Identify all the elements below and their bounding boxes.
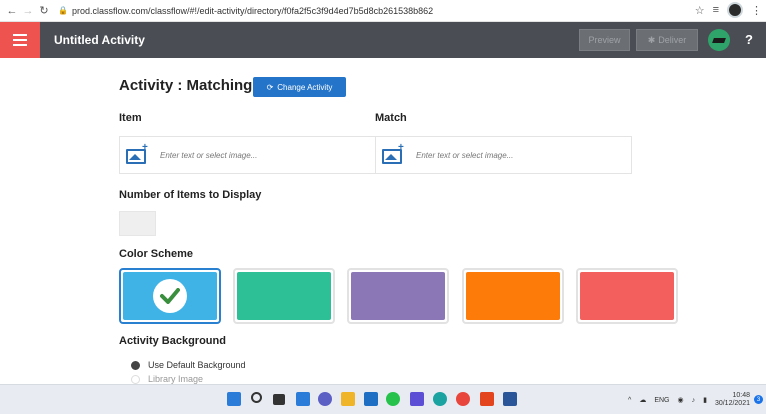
file-explorer-icon[interactable] [341,392,355,406]
match-column-label: Match [375,112,407,124]
windows-start-icon[interactable] [227,392,241,406]
radio-default-background[interactable]: Use Default Background [131,360,246,370]
cloud-icon[interactable]: ☁ [639,396,646,404]
color-swatch-fill[interactable] [351,272,445,320]
item-column-label: Item [119,112,142,124]
clock[interactable]: 10:48 30/12/2021 [715,392,750,408]
browser-toolbar: ← → ↻ 🔒 prod.classflow.com/classflow/#!/… [0,0,766,22]
word-icon[interactable] [503,392,517,406]
windows-taskbar: ^ ☁ ENG ◉ ♪ ▮ 10:48 30/12/2021 3 [0,384,766,414]
radio-label: Library Image [148,374,204,384]
profile-avatar-icon[interactable] [727,2,743,18]
items-to-display-heading: Number of Items to Display [119,189,262,201]
add-image-icon[interactable]: + [382,142,406,165]
chat-icon[interactable] [318,392,332,406]
chrome-icon[interactable] [456,392,470,406]
color-swatch[interactable] [233,268,335,324]
more-menu-icon[interactable]: ⋮ [751,4,762,17]
notification-badge[interactable]: 3 [754,395,763,404]
widgets-icon[interactable] [296,392,310,406]
radio-button[interactable] [131,374,140,384]
items-to-display-input[interactable] [119,211,156,236]
app-header: Untitled Activity Preview ✱ Deliver ? [0,22,766,58]
color-swatch[interactable] [119,268,221,324]
change-activity-label: Change Activity [277,82,333,92]
color-swatch-fill[interactable] [466,272,560,320]
deliver-label: Deliver [658,35,687,45]
color-swatch[interactable] [576,268,678,324]
hamburger-menu-button[interactable] [0,22,40,58]
help-button[interactable]: ? [745,32,753,47]
edge-icon[interactable] [433,392,447,406]
battery-icon[interactable]: ▮ [703,396,707,404]
color-swatch-fill[interactable] [123,272,217,320]
hamburger-icon [13,39,27,41]
language-indicator[interactable]: ENG [654,397,669,404]
deliver-button[interactable]: ✱ Deliver [636,29,698,51]
activity-heading: Activity : Matching [119,77,253,94]
graduation-cap-icon[interactable] [708,29,730,51]
preview-button[interactable]: Preview [579,29,630,51]
color-swatch[interactable] [347,268,449,324]
search-icon[interactable] [251,392,262,403]
radio-button-selected[interactable] [131,360,140,370]
system-tray: ^ ☁ ENG ◉ ♪ ▮ 10:48 30/12/2021 [628,392,750,408]
add-image-icon[interactable]: + [126,142,150,165]
mail-icon[interactable] [364,392,378,406]
forward-arrow-icon[interactable]: → [20,5,36,17]
activity-title: Untitled Activity [54,33,145,47]
reading-list-icon[interactable]: ≡ [713,4,719,16]
address-bar[interactable]: prod.classflow.com/classflow/#!/edit-act… [72,6,433,16]
clock-time: 10:48 [732,392,750,399]
item-input-placeholder[interactable]: Enter text or select image... [160,151,257,160]
change-activity-button[interactable]: ⟳ Change Activity [253,77,346,97]
bookmark-star-icon[interactable]: ☆ [695,4,705,17]
match-input-placeholder[interactable]: Enter text or select image... [416,151,513,160]
radio-library-image[interactable]: Library Image [131,374,203,384]
clock-date: 30/12/2021 [714,400,750,407]
item-field[interactable]: + Enter text or select image... [119,136,376,174]
back-arrow-icon[interactable]: ← [4,5,20,17]
photo-editor-icon[interactable] [410,392,424,406]
match-field[interactable]: + Enter text or select image... [375,136,632,174]
whatsapp-icon[interactable] [386,392,400,406]
office-icon[interactable] [480,392,494,406]
chevron-up-icon[interactable]: ^ [628,397,631,404]
wifi-icon[interactable]: ◉ [677,396,683,404]
color-scheme-heading: Color Scheme [119,248,193,260]
task-view-icon[interactable] [273,394,285,405]
color-swatch-fill[interactable] [237,272,331,320]
volume-icon[interactable]: ♪ [692,397,696,404]
lock-icon[interactable]: 🔒 [58,6,68,15]
gear-icon: ✱ [647,34,656,45]
activity-editor: Activity : Matching ⟳ Change Activity It… [0,58,766,384]
radio-label: Use Default Background [148,360,246,370]
reload-icon[interactable]: ↻ [36,4,52,17]
checkmark-icon [153,279,187,313]
activity-background-heading: Activity Background [119,335,226,347]
refresh-icon: ⟳ [266,82,274,92]
color-swatch[interactable] [462,268,564,324]
color-swatch-fill[interactable] [580,272,674,320]
